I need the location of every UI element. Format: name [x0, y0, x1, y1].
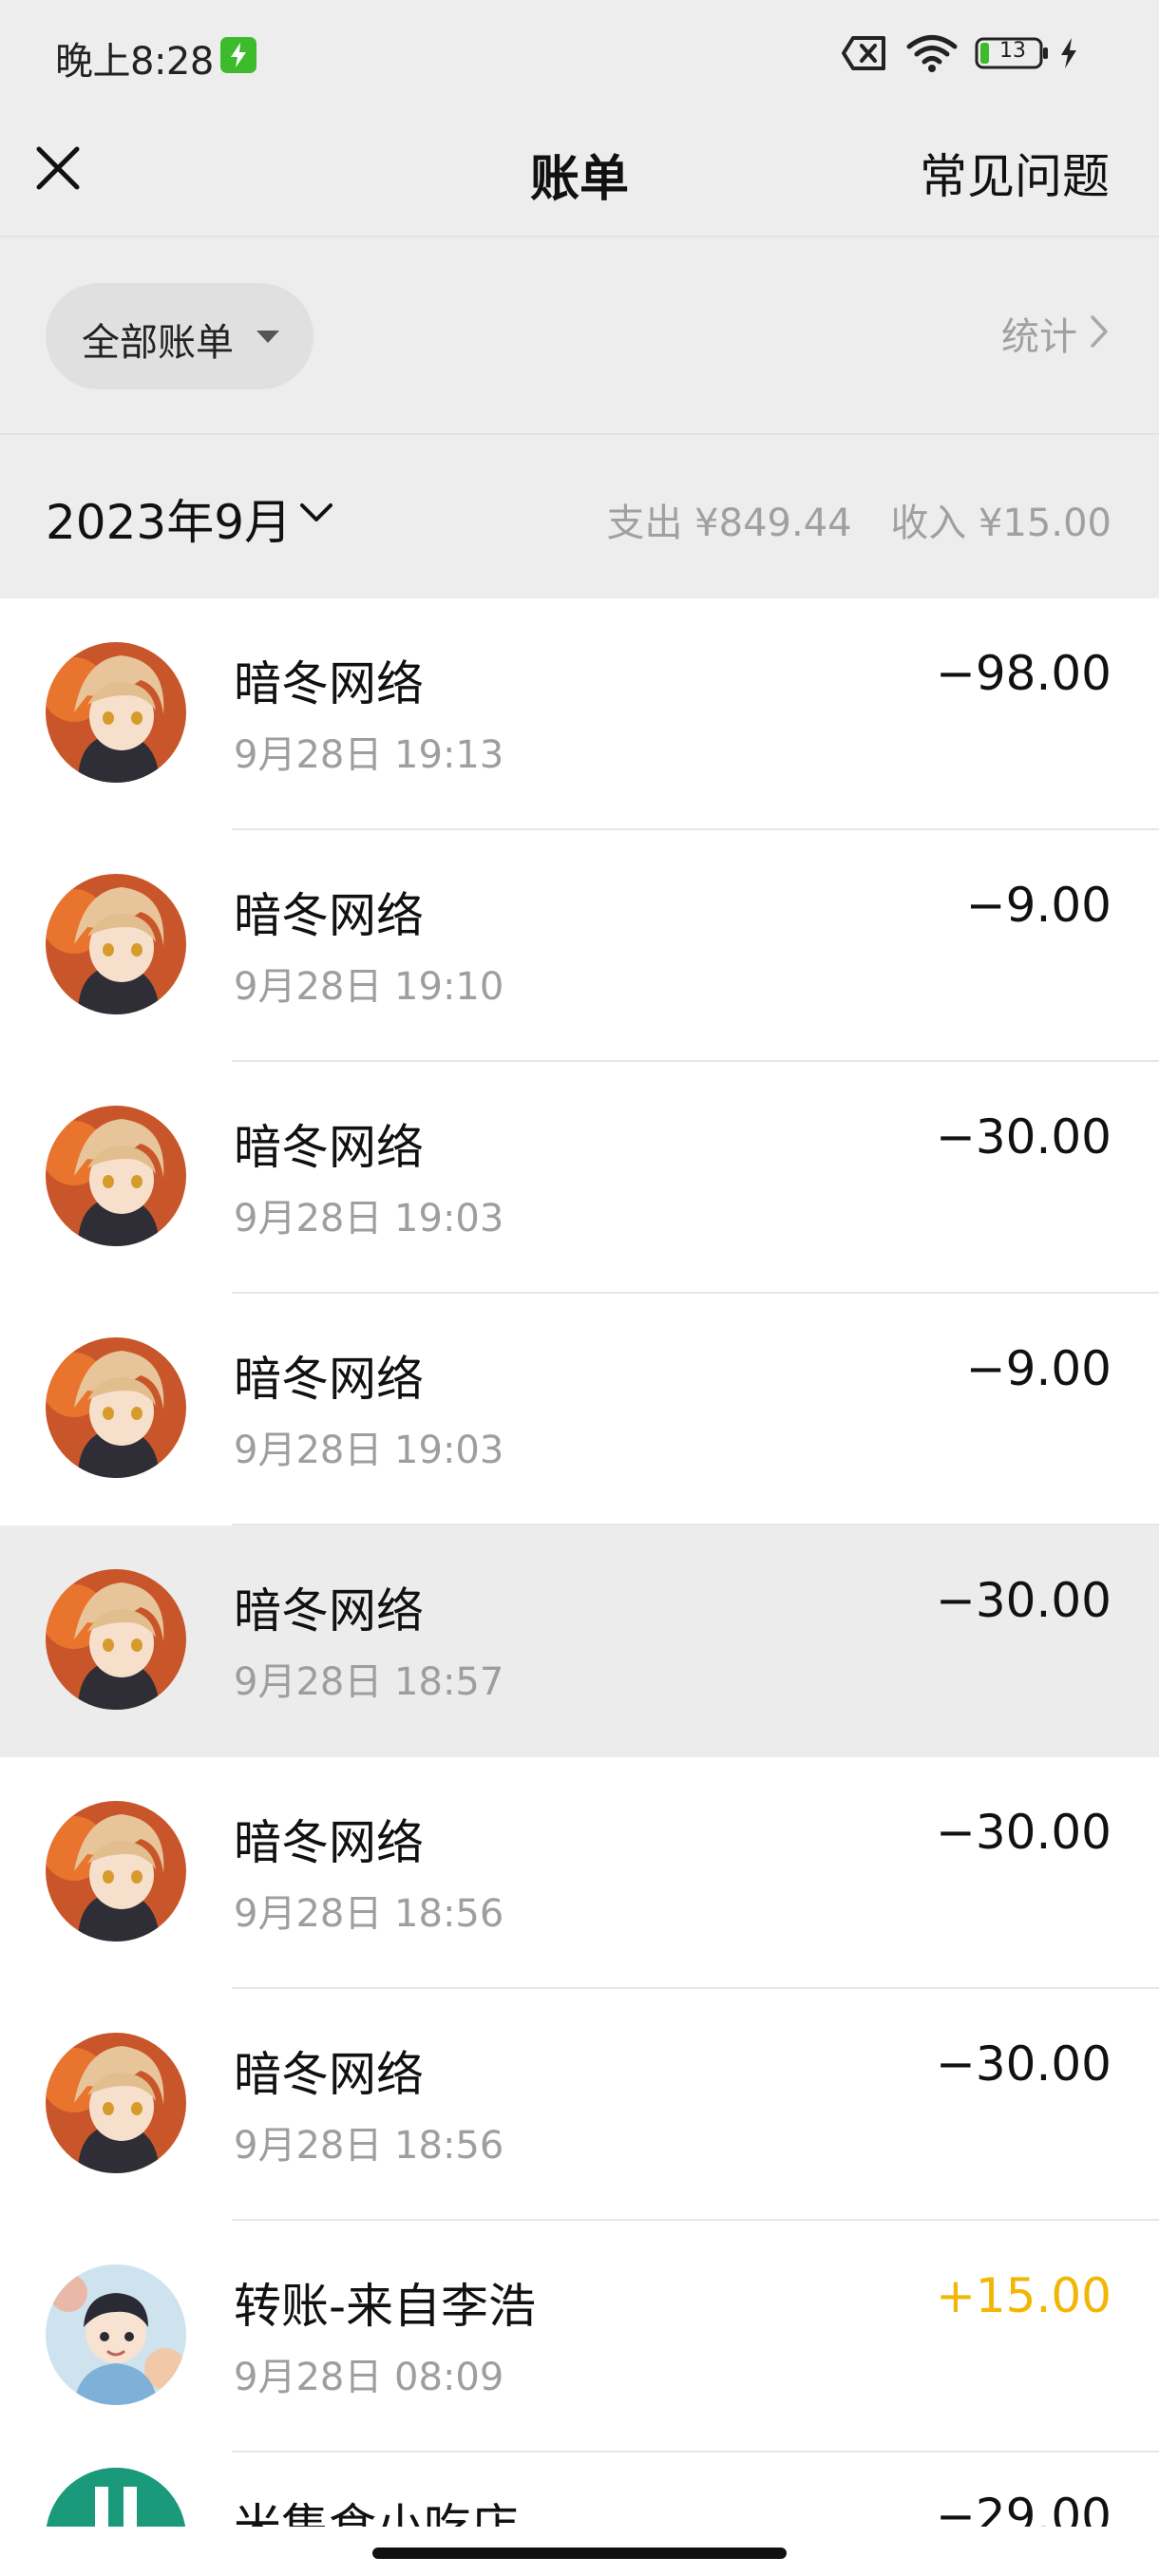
charging-badge-icon [220, 37, 256, 73]
sim-x-icon [842, 36, 885, 70]
bill-time: 9月28日 08:09 [234, 2356, 504, 2399]
bill-row[interactable]: 暗冬网络 9月28日 19:13 −98.00 [0, 598, 1159, 830]
chevron-right-icon [1091, 315, 1108, 348]
bill-filter-label: 全部账单 [82, 321, 234, 365]
bill-row[interactable]: 暗冬网络 9月28日 18:56 −30.00 [0, 1757, 1159, 1989]
bolt-icon [1061, 38, 1076, 68]
bill-time: 9月28日 18:57 [234, 1660, 504, 1704]
status-bar: 晚上8:28 13 [0, 0, 1159, 104]
month-summary: 支出 ¥849.44 收入 ¥15.00 [606, 492, 1112, 547]
stats-link[interactable]: 统计 [1001, 306, 1077, 361]
bill-list: 暗冬网络 9月28日 19:13 −98.00 暗冬网络 9月28日 19:10… [0, 598, 1159, 2576]
wifi-icon [906, 35, 958, 72]
bill-filter-dropdown[interactable]: 全部账单 [46, 283, 314, 389]
bill-name: 暗冬网络 [234, 1352, 424, 1407]
merchant-avatar [46, 642, 186, 783]
bill-time: 9月28日 18:56 [234, 2124, 504, 2168]
bill-amount: −30.00 [935, 1805, 1112, 1860]
sender-avatar [46, 2264, 186, 2405]
merchant-avatar [46, 1106, 186, 1246]
filter-bar: 全部账单 统计 [0, 237, 1159, 435]
bill-time: 9月28日 19:03 [234, 1429, 504, 1472]
bill-name: 暗冬网络 [234, 888, 424, 943]
divider [232, 2451, 1159, 2453]
bill-row[interactable]: 暗冬网络 9月28日 19:03 −9.00 [0, 1294, 1159, 1525]
bill-amount: −9.00 [965, 878, 1112, 933]
bill-row[interactable]: 暗冬网络 9月28日 19:10 −9.00 [0, 830, 1159, 1062]
month-income: 收入 ¥15.00 [890, 502, 1112, 545]
month-label: 2023年9月 [46, 495, 293, 550]
bill-name: 暗冬网络 [234, 2047, 424, 2102]
bill-row[interactable]: 转账-来自李浩 9月28日 08:09 +15.00 [0, 2221, 1159, 2453]
merchant-avatar [46, 1569, 186, 1710]
bill-amount: +15.00 [935, 2268, 1112, 2323]
merchant-avatar [46, 2033, 186, 2173]
bill-row[interactable]: 暗冬网络 9月28日 19:03 −30.00 [0, 1062, 1159, 1294]
bill-amount: −30.00 [935, 2036, 1112, 2092]
bill-time: 9月28日 19:03 [234, 1197, 504, 1241]
faq-link[interactable]: 常见问题 [920, 139, 1110, 207]
battery-icon: 13 [975, 34, 1051, 72]
merchant-avatar [46, 1801, 186, 1941]
nav-bar: 账单 常见问题 [0, 104, 1159, 237]
merchant-avatar [46, 874, 186, 1014]
bill-name: 暗冬网络 [234, 1583, 424, 1638]
bill-time: 9月28日 19:10 [234, 965, 504, 1009]
bill-time: 9月28日 19:13 [234, 733, 504, 777]
bill-amount: −30.00 [935, 1109, 1112, 1165]
bill-row[interactable]: 暗冬网络 9月28日 18:57 −30.00 [0, 1525, 1159, 1757]
chevron-down-icon [300, 503, 332, 521]
month-expense: 支出 ¥849.44 [606, 502, 852, 545]
bill-time: 9月28日 18:56 [234, 1892, 504, 1936]
bill-name: 暗冬网络 [234, 1815, 424, 1870]
status-time: 晚上8:28 [55, 40, 214, 84]
bill-amount: −30.00 [935, 1573, 1112, 1628]
status-icons: 13 [842, 30, 1108, 76]
stats-label: 统计 [1001, 315, 1077, 359]
bill-row[interactable]: 暗冬网络 9月28日 18:56 −30.00 [0, 1989, 1159, 2221]
bill-amount: −98.00 [935, 646, 1112, 701]
month-header: 2023年9月 支出 ¥849.44 收入 ¥15.00 [0, 435, 1159, 598]
bill-name: 暗冬网络 [234, 1120, 424, 1175]
home-indicator[interactable] [372, 2548, 787, 2559]
bill-amount: −9.00 [965, 1341, 1112, 1396]
merchant-avatar [46, 1337, 186, 1478]
bill-name: 转账-来自李浩 [234, 2279, 537, 2334]
battery-level: 13 [999, 39, 1026, 63]
bill-name: 暗冬网络 [234, 656, 424, 711]
caret-down-icon [256, 331, 279, 343]
